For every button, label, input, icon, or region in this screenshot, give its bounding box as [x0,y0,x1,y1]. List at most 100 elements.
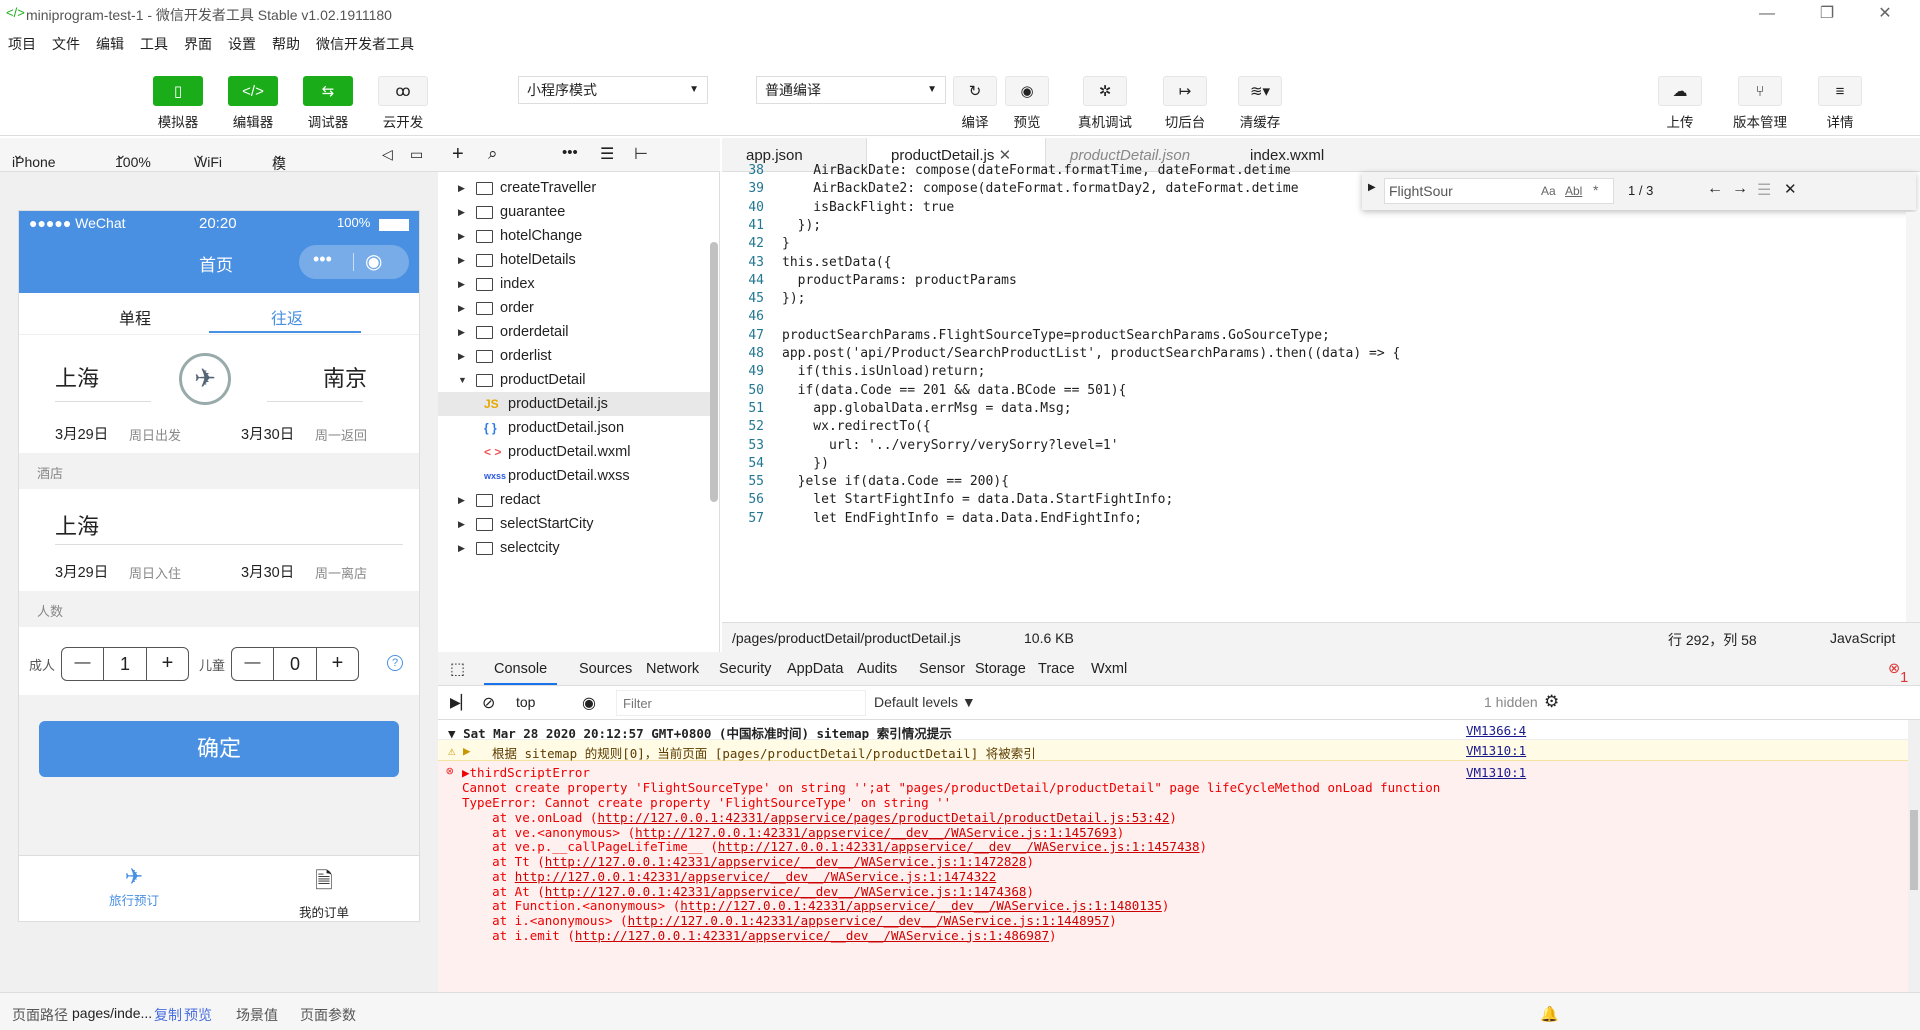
nav-orders[interactable]: 🗎 我的订单 [269,864,379,921]
tree-item[interactable]: ▶ orderlist [438,344,710,368]
stack-url-link[interactable]: http://127.0.0.1:42331/appservice/__dev_… [545,884,1027,899]
stack-url-link[interactable]: http://127.0.0.1:42331/appservice/__dev_… [545,854,1027,869]
editor-button[interactable]: </> 编辑器 [225,76,281,131]
depart-date[interactable]: 3月29日 [55,423,108,444]
preview-button[interactable]: ◉ 预览 [1002,76,1052,131]
hotel-city[interactable]: 上海 [55,509,99,541]
more-icon[interactable]: ••• [562,144,578,161]
cursor-position[interactable]: 行 292，列 58 [1668,630,1757,650]
tree-item[interactable]: ▼ productDetail [438,368,710,392]
devtools-tab[interactable]: Security [719,661,771,677]
devtools-tab[interactable]: Storage [975,661,1026,677]
chevron-down-icon[interactable]: ▼ [458,368,467,392]
selection-icon[interactable]: ☰ [1757,180,1771,200]
add-icon[interactable]: + [452,143,464,166]
tab-one-way[interactable]: 单程 [119,305,151,329]
menu-item[interactable]: 文件 [44,28,88,54]
swap-plane-icon[interactable]: ✈ [179,353,231,405]
minimize-button[interactable]: — [1744,0,1790,28]
menu-item[interactable]: 帮助 [264,28,308,54]
adult-count[interactable]: 1 [104,648,146,680]
confirm-button[interactable]: 确定 [39,721,399,777]
bell-icon[interactable]: 🔔 [1540,1005,1559,1023]
chevron-right-icon[interactable]: ▶ [458,224,465,248]
language-mode[interactable]: JavaScript [1830,630,1895,646]
whole-word-icon[interactable]: Abl [1565,184,1582,198]
menu-item[interactable]: 设置 [220,28,264,54]
tree-item[interactable]: ▶ createTraveller [438,176,710,200]
editor-scrollbar[interactable] [1906,212,1920,622]
eye-icon[interactable]: ◉ [582,693,596,713]
chevron-right-icon[interactable]: ▶ [458,344,465,368]
split-icon[interactable]: ⊢ [634,144,648,164]
preview-link[interactable]: 预览 [184,1005,212,1025]
devtools-tab[interactable]: Sensor [919,661,965,677]
background-button[interactable]: ↦ 切后台 [1155,76,1215,131]
details-button[interactable]: ≡ 详情 [1810,76,1870,131]
close-tab-icon[interactable]: ✕ [999,147,1012,164]
chevron-right-icon[interactable]: ▶ [458,488,465,512]
error-count[interactable]: ⊗ 1 [1888,661,1908,686]
to-city[interactable]: 南京 [323,361,367,393]
chevron-right-icon[interactable]: ▶ [458,200,465,224]
match-case-icon[interactable]: Aa [1541,184,1556,198]
checkin-date[interactable]: 3月29日 [55,561,108,582]
devtools-tab[interactable]: Audits [857,661,897,677]
tree-scrollbar[interactable] [710,242,718,502]
zoom-select[interactable]: 100% ⌄ [115,146,151,170]
tree-item[interactable]: ▶ index [438,272,710,296]
return-date[interactable]: 3月30日 [241,423,294,444]
simulator-button[interactable]: ▯ 模拟器 [150,76,206,131]
find-input[interactable]: FlightSour Aa Abl * [1384,178,1614,204]
search-icon[interactable]: ⌕ [488,144,498,164]
sound-icon[interactable]: ◁ [382,146,393,163]
tree-item[interactable]: wxss productDetail.wxss [438,464,710,488]
clear-cache-button[interactable]: ≋▾ 清缓存 [1230,76,1290,131]
tree-item[interactable]: ▶ hotelChange [438,224,710,248]
console-group-header[interactable]: ▼ Sat Mar 28 2020 20:12:57 GMT+0800 (中国标… [438,720,1920,741]
chevron-right-icon[interactable]: ▶ [458,272,465,296]
capsule-menu[interactable]: ••• ◉ [299,245,409,279]
window-icon[interactable]: ▭ [410,146,423,163]
source-link[interactable]: VM1310:1 [1466,743,1526,758]
stack-url-link[interactable]: http://127.0.0.1:42331/appservice/__dev_… [718,839,1200,854]
more-icon[interactable]: ••• [313,249,332,270]
tree-item[interactable]: ▶ order [438,296,710,320]
scene-value-button[interactable]: 场景值 [236,1005,278,1025]
cloud-button[interactable]: ꝏ 云开发 [375,76,431,131]
tree-item[interactable]: ▶ guarantee [438,200,710,224]
nav-trip[interactable]: ✈ 旅行预订 [79,864,189,909]
devtools-tab[interactable]: Sources [579,661,632,677]
chevron-right-icon[interactable]: ▶ [458,176,465,200]
maximize-button[interactable]: ❐ [1804,0,1850,28]
tree-item[interactable]: ▶ redact [438,488,710,512]
child-count[interactable]: 0 [274,648,316,680]
settings-gear-icon[interactable]: ⚙ [1544,692,1559,712]
source-link[interactable]: VM1310:1 [1466,765,1526,780]
help-icon[interactable]: ? [387,655,403,671]
version-button[interactable]: ⑂ 版本管理 [1725,76,1795,131]
tree-item[interactable]: { } productDetail.json [438,416,710,440]
stack-url-link[interactable]: http://127.0.0.1:42331/appservice/__dev_… [628,913,1110,928]
checkout-date[interactable]: 3月30日 [241,561,294,582]
console-scrollbar[interactable] [1908,720,1920,992]
close-target-icon[interactable]: ◉ [365,249,382,274]
devtools-tab[interactable]: AppData [787,661,843,677]
arrow-up-icon[interactable]: ← [1707,180,1723,198]
chevron-right-icon[interactable]: ▶ [458,296,465,320]
child-plus-button[interactable]: + [316,648,358,680]
tree-item[interactable]: ▶ selectcity [438,536,710,560]
stack-url-link[interactable]: http://127.0.0.1:42331/appservice/__dev_… [575,928,1049,943]
tree-item[interactable]: ▶ hotelDetails [438,248,710,272]
menu-item[interactable]: 界面 [176,28,220,54]
stack-url-link[interactable]: http://127.0.0.1:42331/appservice/__dev_… [515,869,997,884]
regex-icon[interactable]: * [1593,182,1598,198]
upload-button[interactable]: ☁ 上传 [1650,76,1710,131]
close-icon[interactable]: ✕ [1784,180,1797,198]
chevron-right-icon[interactable]: ▶ [458,248,465,272]
chevron-right-icon[interactable]: ▶ [458,320,465,344]
real-debug-button[interactable]: ✲ 真机调试 [1070,76,1140,131]
from-city[interactable]: 上海 [55,361,99,393]
devtools-tab[interactable]: Wxml [1091,661,1127,677]
log-levels-select[interactable]: Default levels ▼ [874,694,976,710]
